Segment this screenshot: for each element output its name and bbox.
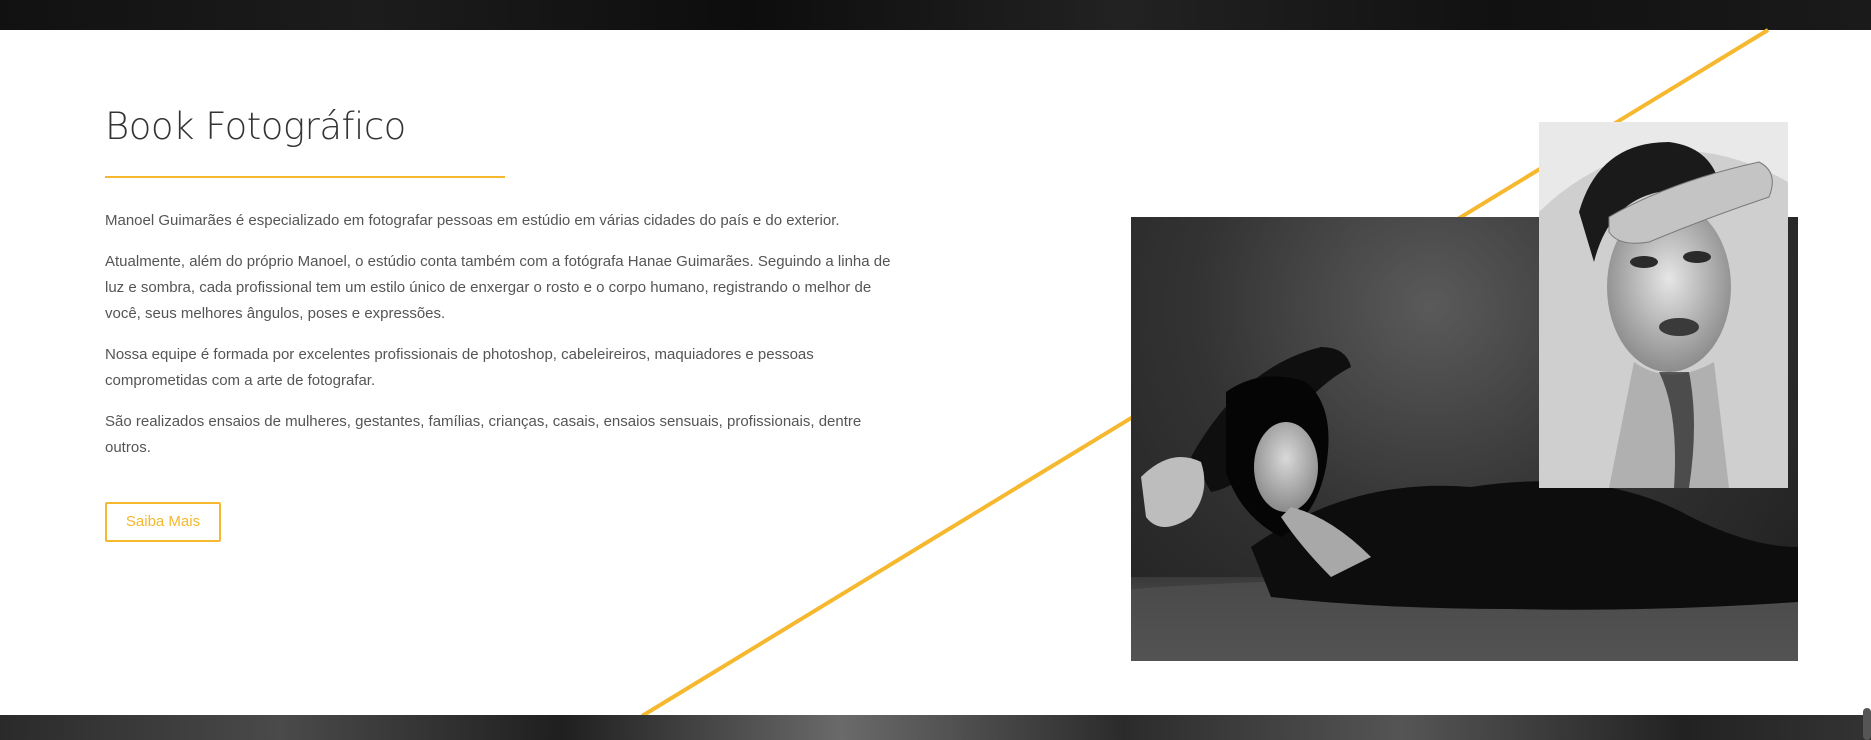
photo-wet-portrait-illustration [1539, 122, 1788, 488]
paragraph-1: Manoel Guimarães é especializado em foto… [105, 212, 840, 229]
title-underline [105, 176, 505, 178]
paragraph-2: Atualmente, além do próprio Manoel, o es… [105, 253, 891, 322]
section-description: Manoel Guimarães é especializado em foto… [105, 208, 905, 476]
next-section-background [0, 715, 1871, 740]
saiba-mais-button[interactable]: Saiba Mais [105, 502, 221, 542]
paragraph-3: Nossa equipe é formada por excelentes pr… [105, 346, 814, 389]
paragraph-4: São realizados ensaios de mulheres, gest… [105, 413, 862, 456]
page: Book Fotográfico Manoel Guimarães é espe… [0, 0, 1871, 740]
section-title: Book Fotográfico [105, 105, 406, 148]
previous-section-background [0, 0, 1871, 30]
photo-wet-portrait [1539, 122, 1788, 488]
page-scrollbar[interactable] [1863, 708, 1871, 740]
